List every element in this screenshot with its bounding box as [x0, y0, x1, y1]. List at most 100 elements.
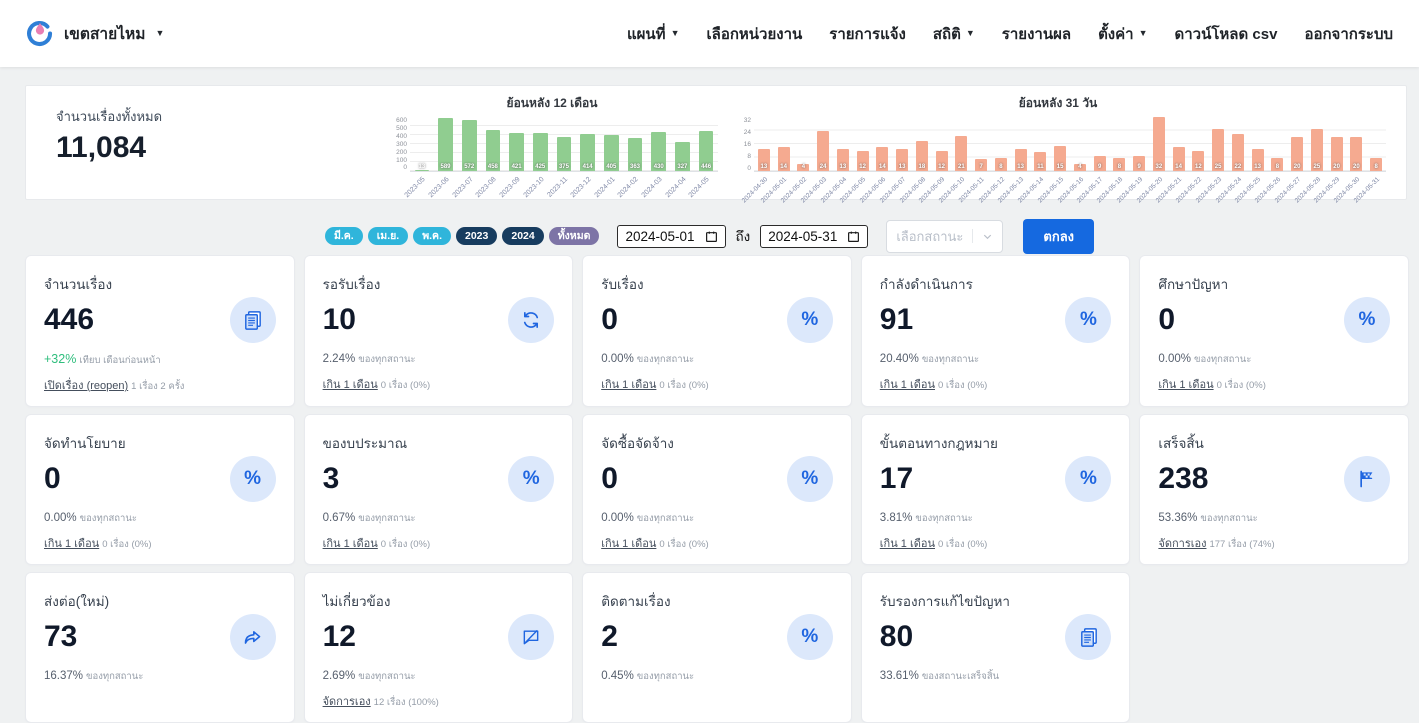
card-percent-value: 2.24% — [322, 353, 356, 365]
org-selector[interactable]: เขตสายไหม ▼ — [26, 20, 164, 48]
x-tick-label: 2024-01 — [593, 176, 617, 200]
bar-slot: 13 — [833, 149, 853, 171]
card-percent-line: 0.00% ของทุกสถานะ — [601, 511, 833, 526]
bar-value-label: 14 — [879, 164, 886, 170]
bar: 430 — [651, 132, 667, 171]
bar: 13 — [757, 149, 770, 171]
card-percent-line: 16.37% ของทุกสถานะ — [44, 669, 276, 684]
bar: 20 — [1291, 137, 1304, 171]
nav-item-8[interactable]: ออกจากระบบ — [1304, 22, 1393, 46]
card-main: 0% — [44, 455, 276, 503]
y-tick-label: 400 — [396, 132, 407, 140]
card-main: 12 — [323, 613, 555, 661]
nav-item-label: สถิติ — [932, 25, 961, 43]
quick-range-pills: มี.ค. เม.ย. พ.ค. 2023 2024 ทั้งหมด — [324, 226, 600, 246]
card-percent-line: 0.45% ของทุกสถานะ — [601, 669, 833, 684]
bar: 24 — [817, 130, 830, 171]
bar-slot: 327 — [671, 141, 695, 171]
card-link[interactable]: เกิน 1 เดือน — [323, 538, 378, 550]
range-pill-5[interactable]: 2024 — [502, 226, 544, 246]
card-icon-circle — [1344, 456, 1390, 502]
nav-item-7[interactable]: ดาวน์โหลด csv — [1175, 22, 1278, 46]
bar-slot: 8 — [1268, 157, 1288, 171]
card-value: 2 — [601, 620, 618, 653]
bar-slot: 421 — [505, 133, 529, 171]
bar-value-label: 405 — [606, 164, 617, 170]
range-pill-1[interactable]: มี.ค. — [324, 226, 363, 246]
card-percent-suffix: ของทุกสถานะ — [636, 513, 695, 524]
card-link[interactable]: เกิน 1 เดือน — [880, 538, 935, 550]
card-link[interactable]: จัดการเอง — [323, 696, 371, 708]
chevron-down-icon — [982, 231, 993, 242]
bar: 32 — [1152, 117, 1165, 171]
status-select[interactable]: เลือกสถานะ — [886, 219, 1004, 253]
x-tick-label: 2023-07 — [451, 176, 475, 200]
bar-slot: 414 — [576, 133, 600, 171]
bar-value-label: 25 — [1313, 164, 1321, 170]
card-main: 91% — [880, 296, 1112, 344]
card-link[interactable]: เกิน 1 เดือน — [323, 379, 378, 391]
bar-value-label: 32 — [1155, 164, 1163, 170]
card-percent-line: 3.81% ของทุกสถานะ — [880, 511, 1112, 526]
top-navbar: เขตสายไหม ▼ แผนที่ ▼ เลือกหน่วยงาน รายการแจ… — [0, 0, 1419, 67]
card-percent-suffix: ของทุกสถานะ — [358, 513, 416, 524]
card-link-line: จัดการเอง 177 เรื่อง (74%) — [1158, 534, 1390, 552]
percent-icon: % — [1079, 309, 1097, 330]
filter-row: มี.ค. เม.ย. พ.ค. 2023 2024 ทั้งหมด 2024-05-01… — [0, 218, 1419, 254]
range-pill-2[interactable]: เม.ย. — [367, 226, 409, 246]
nav-item-4[interactable]: สถิติ ▼ — [933, 22, 975, 46]
card-title: กำลังดำเนินการ — [879, 277, 973, 292]
card-link[interactable]: เกิน 1 เดือน — [880, 379, 935, 391]
card-percent-suffix: ของสถานะเสร็จสิ้น — [921, 671, 1000, 682]
card-title: ของบประมาณ — [322, 436, 408, 451]
chart-12-months: ย้อนหลัง 12 เดือน 600 500 400 300 200 100 0 13 5… — [386, 86, 718, 199]
bar-slot: 375 — [552, 137, 576, 171]
card-value: 80 — [879, 620, 914, 653]
bar-value-label: 589 — [440, 164, 451, 170]
nav-item-5[interactable]: รายงานผล — [1002, 22, 1071, 46]
card-link-suffix: 12 เรื่อง (100%) — [373, 697, 439, 708]
range-pill-4[interactable]: 2023 — [456, 226, 498, 246]
nav-item-3[interactable]: รายการแจ้ง — [829, 22, 906, 46]
traffy-fondue-logo-icon — [26, 20, 54, 48]
nav-item-2[interactable]: เลือกหน่วยงาน — [707, 22, 803, 46]
card-link[interactable]: เกิน 1 เดือน — [44, 538, 99, 550]
bar-slot: 11 — [1031, 152, 1051, 171]
range-pill-6[interactable]: ทั้งหมด — [548, 226, 600, 246]
card-icon-circle: % — [229, 456, 276, 502]
date-from-input[interactable]: 2024-05-01 — [617, 224, 726, 248]
bar-slot: 13 — [892, 149, 912, 171]
bar-slot: 430 — [647, 132, 671, 171]
bar-value-label: 8 — [1275, 164, 1280, 170]
bar: 20 — [1330, 137, 1343, 171]
bar: 14 — [1172, 147, 1185, 171]
bar-slot: 425 — [528, 132, 552, 171]
card-percent-value: 0.45% — [601, 670, 634, 682]
card-percent-suffix: ของทุกสถานะ — [636, 354, 695, 365]
nav-item-1[interactable]: แผนที่ ▼ — [627, 22, 680, 46]
card-percent-line: 0.00% ของทุกสถานะ — [601, 352, 833, 367]
card-percent-line: 0.00% ของทุกสถานะ — [44, 511, 276, 526]
bar: 8 — [1370, 157, 1383, 171]
bar-value-label: 4 — [801, 164, 806, 170]
x-tick-label: 2024-04 — [664, 176, 688, 200]
card-link[interactable]: เกิน 1 เดือน — [601, 538, 656, 550]
bar: 25 — [1212, 128, 1225, 171]
bar-slot: 14 — [873, 147, 893, 171]
bar: 425 — [532, 132, 548, 171]
card-link[interactable]: จัดการเอง — [1158, 538, 1206, 550]
range-pill-3[interactable]: พ.ค. — [413, 226, 451, 246]
card-link[interactable]: เปิดเรื่อง (reopen) — [44, 380, 128, 392]
card-link[interactable]: เกิน 1 เดือน — [1158, 379, 1213, 391]
card-percent-value: 0.00% — [601, 353, 634, 365]
card-link[interactable]: เกิน 1 เดือน — [601, 379, 656, 391]
submit-button[interactable]: ตกลง — [1023, 218, 1095, 254]
card-percent-value: 16.37% — [44, 670, 84, 682]
bar-value-label: 458 — [487, 164, 498, 170]
y-tick-label: 100 — [396, 156, 407, 164]
date-to-input[interactable]: 2024-05-31 — [760, 224, 869, 248]
x-tick-label: 2023-06 — [427, 176, 451, 200]
card-percent-line: 0.67% ของทุกสถานะ — [323, 511, 555, 526]
stat-card-12: ไม่เกี่ยวข้อง 12 2.69% ของทุกสถานะ จัดการเอง… — [303, 572, 574, 723]
nav-item-6[interactable]: ตั้งค่า ▼ — [1098, 22, 1147, 46]
